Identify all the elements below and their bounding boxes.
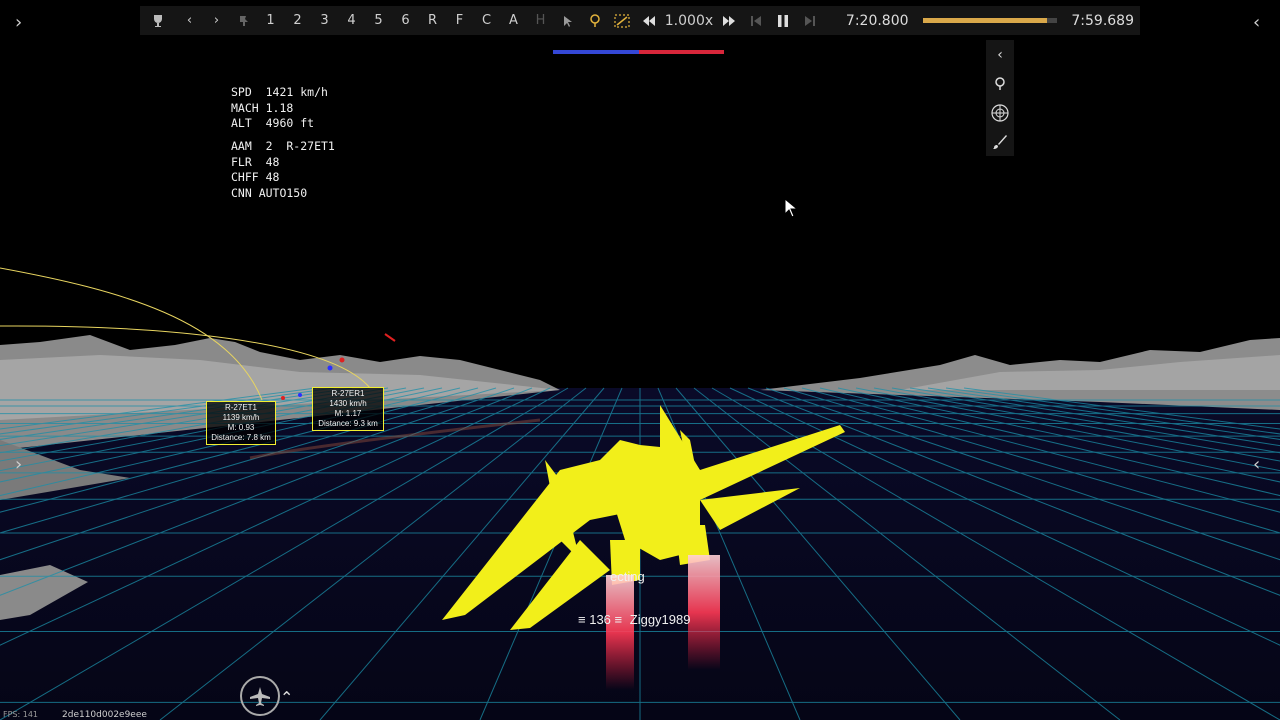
camera-c-button[interactable]: C [473,6,500,35]
prev-player-button[interactable]: ‹ [176,6,203,35]
missile-mach: M: 1.17 [334,409,362,418]
trophy-icon[interactable] [140,6,176,35]
next-player-button[interactable]: › [203,6,230,35]
player-name: Ziggy1989 [629,612,691,627]
camera-f-button[interactable]: F [446,6,473,35]
current-time: 7:20.800 [845,12,909,29]
aircraft-view-button[interactable] [240,676,280,716]
camera-4-button[interactable]: 4 [338,6,365,35]
chevron-right-icon[interactable]: › [15,12,22,33]
afterburner-right [688,555,720,670]
afterburner-left [606,575,634,690]
trajectory-icon[interactable] [608,6,635,35]
missile-name: R-27ET1 [224,403,257,412]
timeline-progress [922,18,1048,23]
camera-6-button[interactable]: 6 [392,6,419,35]
fps-counter: FPS: 141 [3,710,39,719]
camera-r-button[interactable]: R [419,6,446,35]
camera-3-button[interactable]: 3 [311,6,338,35]
replay-toolbar: ‹ › 1 2 3 4 5 6 R F C A H 1.000x 7:20.80… [140,6,1140,35]
pause-icon[interactable] [770,6,797,35]
mouse-cursor-icon [784,197,799,222]
flight-hud-primary: SPD 1421 km/h MACH 1.18 ALT 4960 ft [231,85,328,130]
brush-icon[interactable] [986,127,1014,156]
skip-back-icon[interactable] [743,6,770,35]
missile-label-1[interactable]: R-27ET1 1139 km/h M: 0.93 Distance: 7.8 … [206,401,276,445]
radar-icon[interactable] [986,98,1014,127]
player-number: 136 [589,612,611,627]
pointer-icon[interactable] [554,6,581,35]
marker-icon[interactable] [986,69,1014,98]
rewind-icon[interactable] [635,6,662,35]
chevron-right-icon[interactable]: › [15,454,22,475]
missile-distance: Distance: 9.3 km [318,419,378,428]
team-blue-bar [553,50,639,54]
missile-name: R-27ER1 [331,389,365,398]
collapse-icon[interactable]: ‹ [986,40,1014,69]
missile-label-2[interactable]: R-27ER1 1430 km/h M: 1.17 Distance: 9.3 … [312,387,384,431]
missile-distance: Distance: 7.8 km [211,433,271,442]
pin-icon[interactable] [230,6,257,35]
team-red-bar [638,50,724,54]
camera-5-button[interactable]: 5 [365,6,392,35]
player-nameplate[interactable]: ≡ 136 ≡ Ziggy1989 [578,612,690,627]
chevron-left-icon[interactable]: ‹ [1253,454,1260,475]
fast-forward-icon[interactable] [716,6,743,35]
camera-2-button[interactable]: 2 [284,6,311,35]
missile-speed: 1139 km/h [222,413,260,422]
aircraft-icon [250,687,270,706]
flight-hud-weapons: AAM 2 R-27ET1 FLR 48 CHFF 48 CNN AUTO150 [231,139,335,200]
missile-mach: M: 0.93 [227,423,255,432]
camera-1-button[interactable]: 1 [257,6,284,35]
end-time: 7:59.689 [1071,12,1134,29]
wings-icon: ≡ [614,612,623,627]
camera-a-button[interactable]: A [500,6,527,35]
marker-icon[interactable] [581,6,608,35]
team-score-bar [553,50,724,54]
session-id: 2de110d002e9eee [62,710,147,720]
chevron-up-icon[interactable]: ⌃ [280,688,293,707]
wings-icon: ≡ [578,612,586,627]
chevron-left-icon[interactable]: ‹ [1253,12,1260,33]
camera-h-button[interactable]: H [527,6,554,35]
skip-forward-icon[interactable] [797,6,824,35]
player-status: ecting [610,569,645,584]
missile-speed: 1430 km/h [329,399,367,408]
playback-speed: 1.000x [664,12,714,29]
tool-panel: ‹ [986,40,1014,156]
timeline-scrubber[interactable] [922,18,1058,23]
